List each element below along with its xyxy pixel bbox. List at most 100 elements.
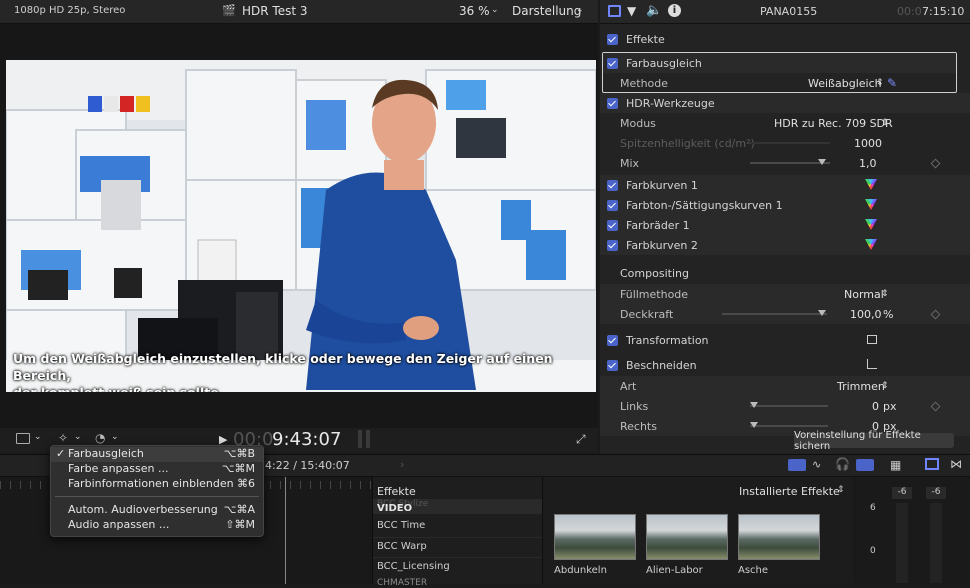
snapping-icon[interactable] [856,459,874,471]
crop-row[interactable]: Beschneiden [600,355,970,375]
display-menu[interactable]: Darstellung [512,4,581,18]
enhance-wand-icon[interactable]: ✧ [58,431,68,445]
color-board-icon[interactable] [865,199,877,210]
mix-slider-knob[interactable] [818,159,826,165]
inspector-panel: Effekte Farbausgleich Methode Weißabglei… [600,24,970,454]
installed-effects-menu[interactable]: Installierte Effekte [739,485,840,498]
color-balance-label: Farbausgleich [626,56,702,70]
effect-thumbnail-darken[interactable] [554,514,636,560]
effects-checkbox[interactable] [607,33,618,45]
audio-waveform-icon[interactable]: ∿ [812,458,821,471]
enhance-chevron-icon[interactable]: ⌄ [74,432,82,442]
curves1-row[interactable]: Farbkurven 1 [600,175,970,195]
category-item[interactable]: BCC Warp [377,541,427,552]
transform-icon[interactable] [16,433,30,444]
installed-updown-icon[interactable]: ⇕ [837,485,845,495]
opacity-slider[interactable] [722,313,827,315]
transform-chevron-icon[interactable]: ⌄ [34,432,42,442]
color-board-icon[interactable] [865,219,877,230]
curves1-checkbox[interactable] [607,179,618,191]
info-inspector-icon[interactable]: i [668,4,681,17]
category-divider [373,537,543,538]
video-only-icon[interactable] [788,459,806,471]
forward-chevron-icon[interactable]: › [400,458,404,471]
save-effects-preset-button[interactable]: Voreinstellung für Effekte sichern [794,430,954,452]
opacity-keyframe-icon[interactable] [930,309,941,320]
audio-meters: -6 -6 6 0 [856,477,970,584]
blend-popup[interactable]: Normal [844,288,884,301]
hue-sat-row[interactable]: Farbton-/Sättigungskurven 1 [600,195,970,215]
crop-left-slider[interactable] [750,405,828,407]
menu-item-show-color-info[interactable]: Farbinformationen einblenden ⌘6 [51,477,263,492]
speed-gauge-icon[interactable]: ◔ [95,431,105,445]
menu-item-label: Farbe anpassen ... [68,462,169,475]
compositing-row[interactable]: Compositing [600,263,970,283]
mode-popup[interactable]: HDR zu Rec. 709 SDR [774,117,893,130]
category-item[interactable]: CHMASTER [377,578,427,588]
blend-updown-icon[interactable]: ⇕ [881,289,889,299]
fullscreen-icon[interactable]: ⤢ [576,432,586,447]
mix-value[interactable]: 1,0 [859,157,877,170]
crop-left-value[interactable]: 0 [872,400,879,413]
crop-right-knob[interactable] [750,422,758,428]
transitions-browser-icon[interactable]: ⋈ [950,457,962,471]
color-inspector-icon[interactable]: ▼ [627,4,636,18]
method-popup[interactable]: Weißabgleich [808,77,882,90]
playhead[interactable] [285,477,286,584]
color-board-icon[interactable] [865,179,877,190]
method-updown-icon[interactable]: ⇕ [876,78,884,88]
menu-item-color-balance[interactable]: ✓ Farbausgleich ⌥⌘B [51,447,263,462]
clip-appearance-icon[interactable]: ▦ [890,458,901,472]
display-chevron-icon[interactable]: ⌄ [576,5,584,15]
timecode-divider [358,430,362,448]
crop-type-popup[interactable]: Trimmen [837,380,885,393]
headphones-icon[interactable]: 🎧 [835,457,850,471]
menu-item-match-audio[interactable]: Audio anpassen ... ⇧⌘M [51,518,263,533]
wheels-checkbox[interactable] [607,219,618,231]
curves2-row[interactable]: Farbkurven 2 [600,235,970,255]
meter-bar-left [896,503,908,583]
crop-left-keyframe-icon[interactable] [930,401,941,412]
category-item[interactable]: BCC_Licensing [377,561,450,572]
opacity-value[interactable]: 100,0 [850,308,882,321]
hdr-tools-row[interactable]: HDR-Werkzeuge [600,93,970,113]
video-inspector-icon[interactable] [608,5,621,17]
category-item[interactable]: BCC Time [377,520,425,531]
effect-thumbnail-alien-lab[interactable] [646,514,728,560]
wheels-row[interactable]: Farbräder 1 [600,215,970,235]
speed-chevron-icon[interactable]: ⌄ [111,432,119,442]
zoom-chevron-icon[interactable]: ⌄ [491,5,499,15]
effects-label: Effekte [626,32,665,46]
effects-section[interactable]: Effekte [600,29,970,49]
effects-browser-toggle-icon[interactable] [925,458,939,470]
color-balance-row[interactable]: Farbausgleich [603,53,956,73]
hue-sat-checkbox[interactable] [607,199,618,211]
crop-right-slider[interactable] [750,425,828,427]
audio-inspector-icon[interactable]: 🔈 [646,3,662,18]
menu-item-match-color[interactable]: Farbe anpassen ... ⌥⌘M [51,462,263,477]
zoom-menu[interactable]: 36 % [459,4,490,18]
mix-keyframe-icon[interactable] [930,158,941,169]
menu-item-auto-audio-enhance[interactable]: Autom. Audioverbesserung ⌥⌘A [51,503,263,518]
transform-row[interactable]: Transformation [600,330,970,350]
transform-onscreen-icon[interactable] [867,335,877,344]
viewer-top-bar: 1080p HD 25p, Stereo 🎬 HDR Test 3 36 % ⌄… [0,0,598,24]
eyedropper-icon[interactable]: ✎ [887,76,897,90]
transform-checkbox[interactable] [607,334,618,346]
color-board-icon[interactable] [865,239,877,250]
crop-checkbox[interactable] [607,359,618,371]
crop-left-knob[interactable] [750,402,758,408]
color-balance-checkbox[interactable] [607,57,618,69]
opacity-slider-knob[interactable] [818,310,826,316]
hdr-tools-checkbox[interactable] [607,97,618,109]
curves2-checkbox[interactable] [607,239,618,251]
effect-thumbnail-ash[interactable] [738,514,820,560]
crop-type-updown-icon[interactable]: ⇕ [881,381,889,391]
mode-updown-icon[interactable]: ⇕ [881,118,889,128]
video-frame[interactable]: Um den Weißabgleich einzustellen, klicke… [6,60,596,392]
crop-onscreen-icon[interactable] [867,359,877,369]
crop-label: Beschneiden [626,358,697,372]
peak-value: 1000 [854,136,882,150]
timecode-display[interactable]: 9:43:07 [272,429,341,450]
checkmark-icon: ✓ [56,447,66,460]
